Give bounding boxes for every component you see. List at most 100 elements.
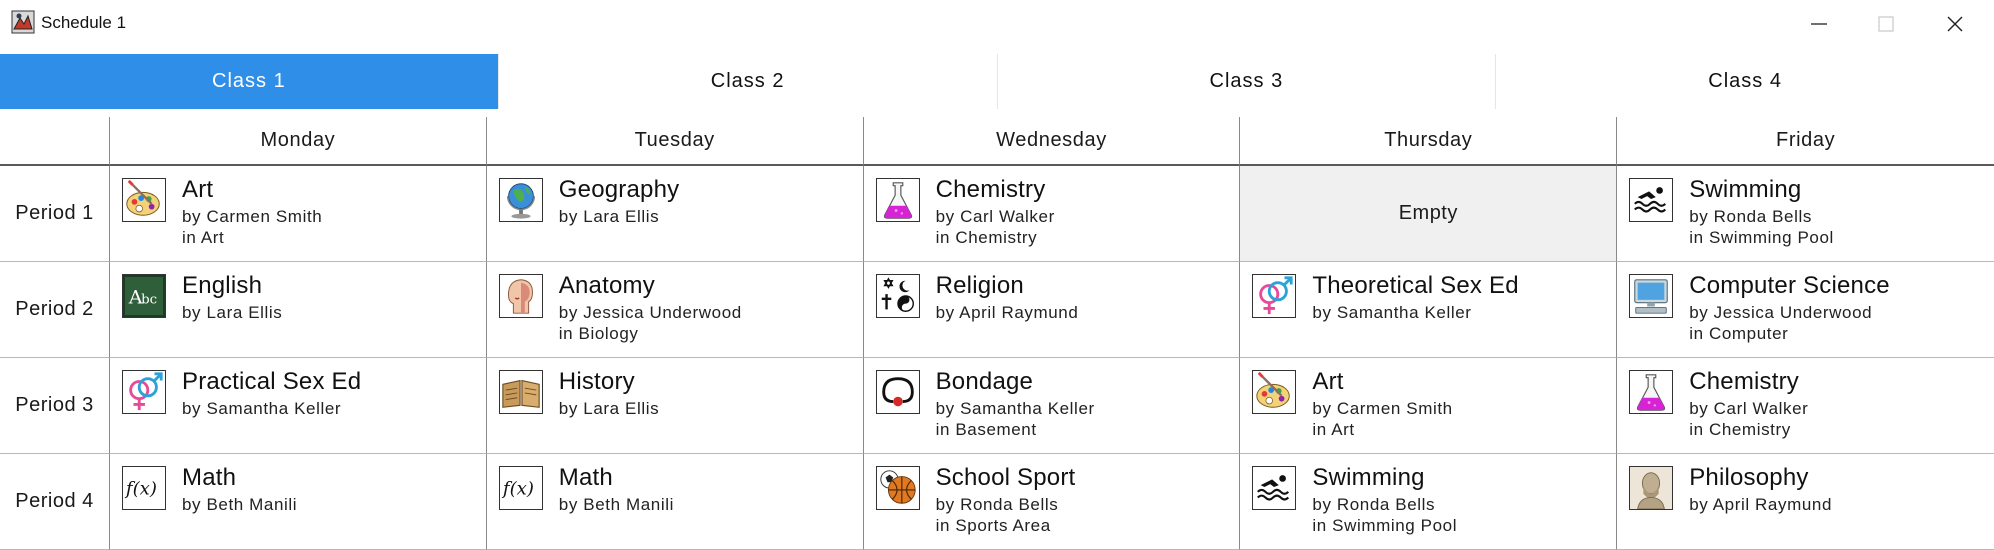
gender-symbols-icon [1252,274,1297,318]
flask-icon [875,178,920,222]
lesson-room: in Basement [935,420,1037,439]
lesson-room: in Sports Area [935,516,1051,535]
close-icon [1947,16,1963,32]
palette-icon [122,178,166,222]
lesson-room: in Biology [558,324,639,343]
lesson-teacher: by Samantha Keller [182,399,342,418]
lesson-cell[interactable]: Art by Carmen Smith in Art [110,166,487,262]
function-icon: f(x) [498,466,543,510]
tab-class-2[interactable]: Class 2 [499,54,998,109]
lesson-teacher: by Beth Manili [558,495,674,514]
class-tabs: Class 1 Class 2 Class 3 Class 4 [0,54,1994,109]
lesson-teacher: by Carl Walker [935,207,1055,226]
lesson-teacher: by Lara Ellis [558,399,660,418]
column-header-friday: Friday [1617,117,1994,166]
minimize-button[interactable] [1791,4,1847,42]
palette-icon [1252,370,1297,414]
lesson-cell[interactable]: Swimming by Ronda Bells in Swimming Pool [1617,166,1994,262]
lesson-teacher: by Jessica Underwood [558,303,742,322]
lesson-cell[interactable]: Art by Carmen Smith in Art [1240,358,1618,454]
lesson-cell[interactable]: A bc English by Lara Ellis [110,262,487,358]
lesson-subject: Swimming [1312,464,1425,491]
lesson-room: in Computer [1689,324,1789,343]
corner-header-cell [0,117,110,166]
lesson-cell[interactable]: f(x) Math by Beth Manili [110,454,487,550]
religion-symbols-icon [875,274,920,318]
lesson-cell[interactable]: Anatomy by Jessica Underwood in Biology [486,262,864,358]
lesson-room: in Swimming Pool [1689,228,1834,247]
lesson-cell[interactable]: Bondage by Samantha Keller in Basement [863,358,1241,454]
lesson-subject: History [558,368,635,395]
lesson-cell[interactable]: Chemistry by Carl Walker in Chemistry [1617,358,1994,454]
lesson-teacher: by Beth Manili [182,495,298,514]
lesson-subject: School Sport [935,464,1076,491]
row-header-period-1: Period 1 [0,166,110,262]
minimize-icon [1811,23,1827,25]
lesson-cell[interactable]: Chemistry by Carl Walker in Chemistry [863,166,1241,262]
lesson-teacher: by Samantha Keller [1312,303,1472,322]
column-header-monday: Monday [110,117,487,166]
lesson-subject: Math [558,464,613,491]
function-icon: f(x) [122,466,166,510]
lesson-teacher: by April Raymund [935,303,1079,322]
lesson-cell[interactable]: History by Lara Ellis [486,358,864,454]
lesson-cell[interactable]: Swimming by Ronda Bells in Swimming Pool [1240,454,1618,550]
lesson-room: in Chemistry [935,228,1038,247]
lesson-subject: Math [182,464,237,491]
lesson-cell[interactable]: Geography by Lara Ellis [486,166,864,262]
row-header-period-2: Period 2 [0,262,110,358]
schedule-table: Monday Tuesday Wednesday Thursday Friday Peri… [0,117,1994,550]
sports-balls-icon [875,466,920,510]
anatomy-head-icon [498,274,543,318]
lesson-subject: Computer Science [1689,272,1890,299]
row-header-period-4: Period 4 [0,454,110,550]
column-header-thursday: Thursday [1240,117,1618,166]
lesson-subject: Bondage [935,368,1034,395]
lesson-cell[interactable]: f(x) Math by Beth Manili [486,454,864,550]
lesson-teacher: by Carl Walker [1689,399,1809,418]
lesson-cell[interactable]: School Sport by Ronda Bells in Sports Area [863,454,1241,550]
lesson-cell[interactable]: Practical Sex Ed by Samantha Keller [110,358,487,454]
lesson-subject: Art [1312,368,1344,395]
lesson-subject: Religion [935,272,1024,299]
lesson-teacher: by Jessica Underwood [1689,303,1873,322]
chalkboard-icon: A bc [122,274,166,318]
lesson-subject: Swimming [1689,176,1802,203]
lesson-room: in Art [1312,420,1355,439]
lesson-teacher: by Lara Ellis [558,207,660,226]
lesson-teacher: by Ronda Bells [1689,207,1812,226]
lesson-subject: Chemistry [935,176,1046,203]
window-title: Schedule 1 [41,13,127,32]
lesson-teacher: by Carmen Smith [1312,399,1453,418]
swimmer-icon [1629,178,1674,222]
gender-symbols-icon [122,370,166,414]
lesson-subject: Philosophy [1689,464,1809,491]
lesson-teacher: by April Raymund [1689,495,1833,514]
lesson-subject: Anatomy [558,272,655,299]
tab-class-4[interactable]: Class 4 [1496,54,1994,109]
svg-text:bc: bc [141,293,157,308]
lesson-room: in Chemistry [1689,420,1791,439]
lesson-teacher: by Carmen Smith [182,207,323,226]
lesson-cell[interactable]: Religion by April Raymund [863,262,1241,358]
lesson-room: in Art [182,228,225,247]
empty-slot[interactable]: Empty [1240,166,1618,262]
lesson-cell[interactable]: Theoretical Sex Ed by Samantha Keller [1240,262,1618,358]
lesson-subject: Practical Sex Ed [182,368,362,395]
maximize-button[interactable] [1858,4,1914,42]
app-icon [11,10,35,34]
lesson-cell[interactable]: Computer Science by Jessica Underwood in C… [1617,262,1994,358]
tab-class-3[interactable]: Class 3 [998,54,1497,109]
tab-class-1[interactable]: Class 1 [0,54,499,109]
lesson-cell[interactable]: Philosophy by April Raymund [1617,454,1994,550]
maximize-icon [1878,16,1894,32]
lesson-teacher: by Ronda Bells [935,495,1059,514]
svg-text:f(x): f(x) [501,479,534,500]
swimmer-icon [1252,466,1297,510]
column-header-tuesday: Tuesday [486,117,864,166]
lesson-subject: Geography [558,176,680,203]
close-button[interactable] [1927,4,1983,42]
svg-text:f(x): f(x) [124,479,157,500]
lesson-subject: Chemistry [1689,368,1799,395]
bust-icon [1629,466,1674,510]
